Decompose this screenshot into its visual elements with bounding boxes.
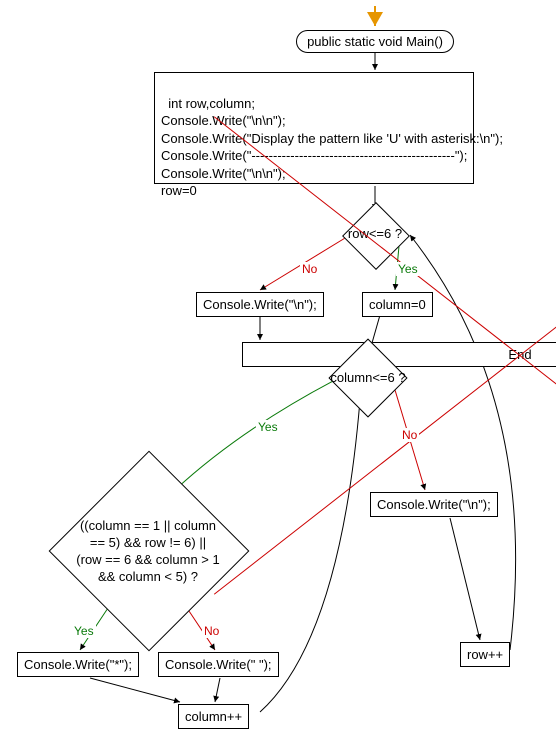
node-col-inc-text: column++ xyxy=(185,709,242,724)
node-print-cond xyxy=(49,451,250,652)
node-write-space: Console.Write(" "); xyxy=(158,652,279,677)
label-row-no: No xyxy=(300,262,319,276)
node-end: End xyxy=(242,342,556,367)
node-write-nl-1-text: Console.Write("\n"); xyxy=(203,297,317,312)
node-write-star-text: Console.Write("*"); xyxy=(24,657,132,672)
node-write-nl-2: Console.Write("\n"); xyxy=(370,492,498,517)
flowchart-canvas: { "chart_data": { "type": "flowchart", "… xyxy=(0,0,556,753)
node-end-text: End xyxy=(508,347,531,362)
node-row-cond xyxy=(342,202,410,270)
label-col-no: No xyxy=(400,428,419,442)
node-row-inc-text: row++ xyxy=(467,647,503,662)
node-write-star: Console.Write("*"); xyxy=(17,652,139,677)
node-main: public static void Main() xyxy=(296,30,454,53)
label-col-yes: Yes xyxy=(256,420,280,434)
node-init-text: int row,column; Console.Write("\n\n"); C… xyxy=(161,96,503,199)
node-write-nl-1: Console.Write("\n"); xyxy=(196,292,324,317)
node-main-text: public static void Main() xyxy=(307,34,443,49)
node-col-zero: column=0 xyxy=(362,292,433,317)
node-row-inc: row++ xyxy=(460,642,510,667)
label-row-yes: Yes xyxy=(396,262,420,276)
node-write-nl-2-text: Console.Write("\n"); xyxy=(377,497,491,512)
label-print-yes: Yes xyxy=(72,624,96,638)
label-print-no: No xyxy=(202,624,221,638)
node-col-zero-text: column=0 xyxy=(369,297,426,312)
node-write-space-text: Console.Write(" "); xyxy=(165,657,272,672)
node-init: int row,column; Console.Write("\n\n"); C… xyxy=(154,72,474,184)
node-col-inc: column++ xyxy=(178,704,249,729)
